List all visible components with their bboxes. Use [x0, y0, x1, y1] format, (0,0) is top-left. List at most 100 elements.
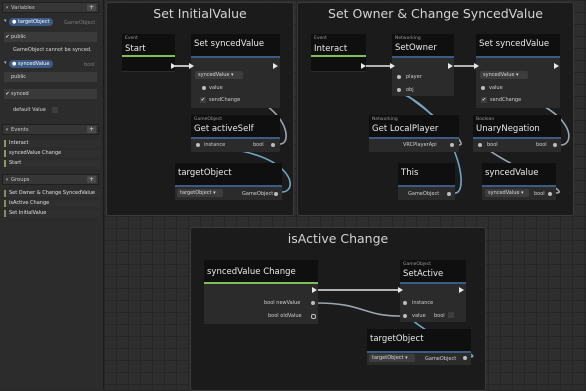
synced-toggle-row[interactable]: ✔ synced [4, 89, 97, 99]
check-icon[interactable]: ✔ [4, 91, 11, 97]
bool-out-port[interactable] [548, 192, 552, 196]
sendchange-checkbox[interactable]: ✔ [200, 97, 206, 103]
default-value-checkbox[interactable] [51, 107, 58, 113]
variable-pill-syncedvalue[interactable]: ● syncedValue [9, 60, 54, 68]
variable-dropdown[interactable]: targetObject ▾ [177, 189, 223, 197]
flow-out-port[interactable] [459, 287, 464, 293]
flow-out-port[interactable] [273, 63, 278, 69]
groups-header[interactable]: ▾ Groups + [2, 174, 99, 185]
node-unary-negation[interactable]: Boolean UnaryNegation bool bool [473, 115, 561, 152]
flow-out-port[interactable] [554, 63, 559, 69]
value-checkbox[interactable] [448, 312, 454, 318]
add-group-button[interactable]: + [87, 176, 96, 183]
public-label: public [11, 34, 27, 40]
event-item-syncedvalue-change[interactable]: syncedValue Change [4, 150, 101, 157]
node-set-syncedvalue[interactable]: Set syncedValue syncedValue ▾ value ✔ se… [474, 34, 560, 108]
flow-in-port[interactable] [398, 287, 403, 293]
oldvalue-port[interactable] [311, 314, 316, 319]
node-targetobject[interactable]: targetObject targetObject ▾ GameObject [367, 329, 471, 365]
variable-type: GameObject [64, 20, 96, 26]
node-setowner[interactable]: Networking SetOwner player obj [390, 34, 454, 96]
flow-out-port[interactable] [312, 287, 317, 293]
flow-in-port[interactable] [390, 63, 395, 69]
player-out-port[interactable] [450, 143, 454, 147]
group-item-set-owner[interactable]: Set Owner & Change SyncedValue [4, 190, 101, 197]
bool-in-label: bool [487, 142, 498, 148]
variable-pill-targetobject[interactable]: ● targetObject [9, 18, 54, 26]
bool-in-port[interactable] [478, 143, 482, 147]
bool-out-label: bool [536, 142, 547, 148]
gameobject-out-port[interactable] [447, 192, 451, 196]
variable-name: targetObject [17, 19, 50, 25]
group-item-set-initialvalue[interactable]: Set InitialValue [4, 210, 101, 217]
node-category: GameObject [194, 117, 223, 122]
public-label: public [11, 74, 27, 80]
event-item-interact[interactable]: Interact [4, 140, 101, 147]
flow-in-port[interactable] [474, 63, 479, 69]
newvalue-port[interactable] [311, 301, 315, 305]
chevron-down-icon[interactable]: ▾ [3, 127, 11, 133]
flow-out-port[interactable] [171, 63, 176, 69]
sendchange-label: sendChange [490, 97, 522, 103]
instance-port[interactable] [196, 143, 200, 147]
bool-out-port[interactable] [271, 143, 275, 147]
value-port[interactable] [481, 86, 485, 90]
bool-out-port[interactable] [553, 143, 557, 147]
flow-out-port[interactable] [448, 63, 453, 69]
variables-header[interactable]: ▾ Variables + [2, 2, 99, 13]
sendchange-checkbox[interactable]: ✔ [481, 97, 487, 103]
node-syncedvalue[interactable]: syncedValue syncedValue ▾ bool [482, 163, 556, 200]
public-toggle-row[interactable]: ✔ public [4, 32, 97, 42]
event-item-start[interactable]: Start [4, 160, 101, 167]
public-toggle-row[interactable]: public [4, 72, 97, 82]
add-variable-button[interactable]: + [87, 4, 96, 11]
header-bar [175, 185, 282, 187]
node-title: Start [125, 44, 146, 54]
node-category: Event [125, 36, 138, 41]
value-port[interactable] [403, 314, 407, 318]
variable-dropdown[interactable]: syncedValue ▾ [480, 71, 528, 79]
node-targetobject[interactable]: targetObject targetObject ▾ GameObject [175, 163, 282, 200]
node-this[interactable]: This GameObject [398, 163, 455, 200]
value-label: value [412, 313, 426, 319]
variable-dropdown[interactable]: targetObject ▾ [369, 354, 415, 362]
flow-out-port[interactable] [361, 63, 366, 69]
value-label: value [209, 85, 223, 91]
variable-dropdown[interactable]: syncedValue ▾ [195, 71, 243, 79]
value-port[interactable] [202, 86, 206, 90]
chevron-down-icon[interactable]: ▾ [3, 177, 11, 183]
player-port[interactable] [397, 75, 401, 79]
header-bar [392, 56, 454, 58]
variable-dropdown[interactable]: syncedValue ▾ [485, 189, 529, 197]
node-start[interactable]: Event Start [122, 34, 176, 72]
node-syncedvalue-change[interactable]: syncedValue Change bool newValue bool ol… [204, 260, 318, 324]
player-label: player [406, 74, 422, 80]
node-setactive[interactable]: GameObject SetActive instance value bool [398, 260, 466, 322]
default-value-row[interactable]: default Value [4, 105, 97, 115]
collapse-chevron-icon[interactable]: ▾ [4, 60, 7, 66]
events-header[interactable]: ▾ Events + [2, 124, 99, 135]
gameobject-out-port[interactable] [274, 192, 278, 196]
instance-port[interactable] [403, 301, 407, 305]
node-title: This [401, 168, 419, 178]
graph-canvas[interactable]: Set InitialValue Set Owner & Change Sync… [104, 0, 586, 391]
chevron-down-icon[interactable]: ▾ [3, 5, 11, 11]
data-wire [315, 302, 402, 317]
node-interact[interactable]: Event Interact [311, 34, 366, 72]
sidebar-panel: ▾ Variables + ▾ ● targetObject GameObjec… [0, 0, 104, 389]
node-get-localplayer[interactable]: Networking Get LocalPlayer VRCPlayerApi [369, 115, 459, 152]
newvalue-label: bool newValue [264, 300, 301, 306]
obj-port[interactable] [397, 88, 401, 92]
gameobject-out-port[interactable] [463, 356, 467, 360]
add-event-button[interactable]: + [87, 126, 96, 133]
node-title: Interact [314, 44, 348, 54]
node-category: Event [314, 36, 327, 41]
group-item-isactive-change[interactable]: isActive Change [4, 200, 101, 207]
collapse-chevron-icon[interactable]: ▾ [4, 18, 7, 24]
node-set-syncedvalue[interactable]: Set syncedValue syncedValue ▾ value ✔ se… [189, 34, 280, 108]
check-icon[interactable]: ✔ [4, 34, 11, 40]
node-category: GameObject [403, 262, 432, 267]
node-title: targetObject [178, 168, 232, 178]
flow-in-port[interactable] [189, 63, 194, 69]
node-get-activeself[interactable]: GameObject Get activeSelf instance bool [191, 115, 280, 152]
